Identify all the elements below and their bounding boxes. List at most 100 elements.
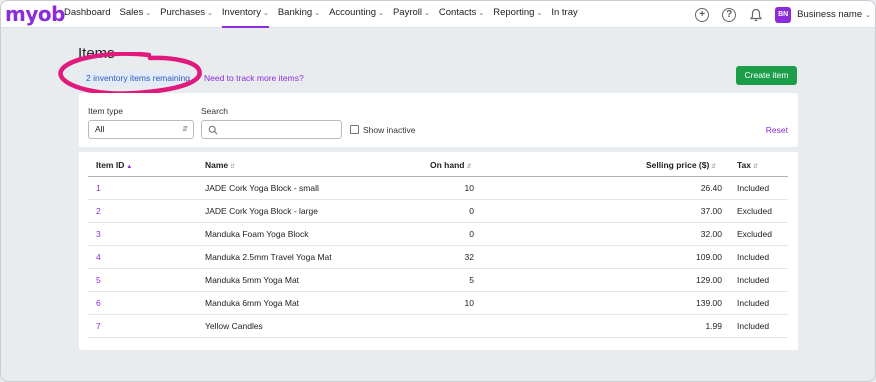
item-type-select[interactable]: All ⇵ — [88, 120, 194, 139]
item-id-link[interactable]: 6 — [96, 298, 101, 308]
nav-item-label: Sales — [119, 7, 144, 18]
nav-item-banking[interactable]: Banking ⌄ — [278, 1, 320, 28]
sort-icon: ⇵ — [230, 164, 236, 170]
filter-bar: Item type All ⇵ Search Show inactive Res… — [79, 93, 798, 147]
item-name: JADE Cork Yoga Block - small — [205, 183, 319, 193]
highlight-circle-annotation — [58, 52, 202, 96]
chevron-down-icon: ⌄ — [865, 12, 871, 19]
chevron-down-icon: ⌄ — [478, 10, 485, 17]
item-tax: Excluded — [737, 206, 772, 216]
column-header-label: Tax — [737, 160, 752, 170]
nav-item-contacts[interactable]: Contacts ⌄ — [439, 1, 484, 28]
column-header-label: On hand — [430, 160, 465, 170]
item-tax: Included — [737, 183, 770, 193]
item-id-link[interactable]: 1 — [96, 183, 101, 193]
table-row[interactable]: 6 Manduka 6mm Yoga Mat 10 139.00 Included — [88, 292, 788, 315]
search-icon — [208, 125, 218, 135]
bell-icon[interactable] — [749, 8, 763, 22]
nav-item-sales[interactable]: Sales ⌄ — [119, 1, 151, 28]
nav-item-reporting[interactable]: Reporting ⌄ — [493, 1, 542, 28]
table-row[interactable]: 4 Manduka 2.5mm Travel Yoga Mat 32 109.00 In… — [88, 246, 788, 269]
item-name: Manduka Foam Yoga Block — [205, 229, 309, 239]
nav-item-label: Payroll — [392, 7, 422, 18]
item-on-hand: 5 — [469, 275, 474, 285]
app-window: myob Dashboard Sales ⌄ Purchases ⌄ Inventory ⌄… — [0, 0, 876, 382]
item-on-hand: 0 — [469, 229, 474, 239]
item-on-hand: 0 — [469, 206, 474, 216]
nav-item-in-tray[interactable]: In tray — [551, 1, 577, 28]
item-tax: Included — [737, 298, 770, 308]
item-id-link[interactable]: 4 — [96, 252, 101, 262]
item-selling-price: 26.40 — [700, 183, 722, 193]
column-header-label: Selling price ($) — [646, 160, 710, 170]
item-name: Manduka 2.5mm Travel Yoga Mat — [205, 252, 332, 262]
item-on-hand: 32 — [464, 252, 474, 262]
chevron-down-icon: ⌄ — [145, 10, 152, 17]
column-header-label: Item ID — [96, 160, 125, 170]
nav-item-payroll[interactable]: Payroll ⌄ — [393, 1, 430, 28]
top-nav: myob Dashboard Sales ⌄ Purchases ⌄ Inventory ⌄… — [1, 1, 875, 28]
item-selling-price: 129.00 — [696, 275, 722, 285]
table-row[interactable]: 3 Manduka Foam Yoga Block 0 32.00 Excluded — [88, 223, 788, 246]
nav-item-label: Banking — [277, 7, 313, 18]
search-input[interactable] — [201, 120, 342, 139]
nav-item-label: Inventory — [221, 7, 261, 18]
chevron-down-icon: ⌄ — [378, 10, 384, 17]
item-id-link[interactable]: 2 — [96, 206, 101, 216]
help-circle-icon[interactable]: ? — [722, 7, 737, 22]
column-header-on-hand[interactable]: On hand ⇵ — [430, 160, 472, 170]
track-more-items-link[interactable]: Need to track more items? — [204, 73, 304, 83]
create-item-button[interactable]: Create item — [736, 66, 797, 85]
items-table: Item ID ▲ Name ⇵ On hand ⇵ Selling price ($… — [79, 152, 798, 350]
sort-icon: ⇵ — [753, 164, 759, 170]
nav-item-label: Contacts — [438, 7, 477, 18]
table-row[interactable]: 2 JADE Cork Yoga Block - large 0 37.00 Exclu… — [88, 200, 788, 223]
show-inactive-label: Show inactive — [363, 125, 416, 135]
item-tax: Excluded — [737, 229, 772, 239]
item-tax: Included — [737, 275, 770, 285]
myob-logo[interactable]: myob — [5, 2, 65, 26]
nav-item-label: Accounting — [329, 7, 377, 18]
nav-item-label: Dashboard — [64, 7, 111, 18]
column-header-name[interactable]: Name ⇵ — [205, 160, 235, 170]
chevron-down-icon: ⌄ — [314, 10, 321, 17]
item-tax: Included — [737, 252, 770, 262]
plus-circle-icon[interactable]: + — [695, 7, 710, 22]
item-id-link[interactable]: 5 — [96, 275, 101, 285]
nav-item-inventory[interactable]: Inventory ⌄ — [221, 1, 269, 28]
chevron-down-icon: ⌄ — [207, 10, 213, 17]
reset-link[interactable]: Reset — [766, 125, 788, 135]
item-tax: Included — [737, 321, 770, 331]
nav-item-accounting[interactable]: Accounting ⌄ — [329, 1, 384, 28]
search-label: Search — [201, 106, 228, 116]
item-selling-price: 32.00 — [700, 229, 722, 239]
chevron-down-icon: ⌄ — [262, 10, 269, 17]
chevron-down-icon: ⌄ — [536, 10, 543, 17]
table-row[interactable]: 1 JADE Cork Yoga Block - small 10 26.40 Incl… — [88, 177, 788, 200]
column-header-tax[interactable]: Tax ⇵ — [737, 160, 758, 170]
avatar[interactable]: BN — [775, 6, 792, 23]
nav-item-label: Purchases — [160, 7, 206, 18]
table-row[interactable]: 7 Yellow Candles 1.99 Included — [88, 315, 788, 338]
item-name: Manduka 5mm Yoga Mat — [205, 275, 300, 285]
column-header-item-id[interactable]: Item ID ▲ — [96, 160, 132, 170]
item-name: Manduka 6mm Yoga Mat — [205, 298, 300, 308]
nav-right: + ? BN Business name ⌄ — [695, 1, 871, 28]
item-name: JADE Cork Yoga Block - large — [205, 206, 318, 216]
item-id-link[interactable]: 7 — [96, 321, 101, 331]
nav-item-dashboard[interactable]: Dashboard — [64, 1, 110, 28]
item-on-hand: 10 — [464, 183, 474, 193]
nav-menu: Dashboard Sales ⌄ Purchases ⌄ Inventory ⌄ Banki… — [64, 1, 587, 28]
table-row[interactable]: 5 Manduka 5mm Yoga Mat 5 129.00 Included — [88, 269, 788, 292]
column-header-selling-price[interactable]: Selling price ($) ⇵ — [646, 160, 716, 170]
item-on-hand: 10 — [464, 298, 474, 308]
item-name: Yellow Candles — [205, 321, 263, 331]
business-name-menu[interactable]: Business name ⌄ — [797, 9, 871, 20]
show-inactive-checkbox[interactable] — [350, 125, 359, 134]
nav-item-label: In tray — [551, 7, 578, 18]
item-id-link[interactable]: 3 — [96, 229, 101, 239]
sort-ascending-icon: ▲ — [126, 164, 133, 170]
item-type-value: All — [95, 124, 105, 134]
chevron-down-icon: ⌄ — [424, 10, 430, 17]
nav-item-purchases[interactable]: Purchases ⌄ — [160, 1, 213, 28]
